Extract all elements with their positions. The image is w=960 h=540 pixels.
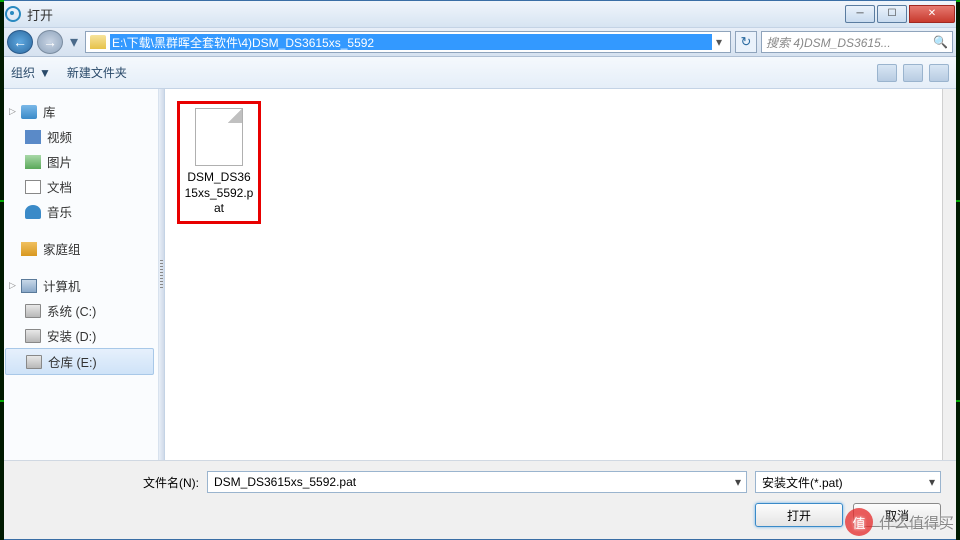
help-button[interactable]	[929, 64, 949, 82]
open-button[interactable]: 打开	[755, 503, 843, 527]
sidebar-videos[interactable]: 视频	[1, 124, 158, 149]
path-input[interactable]	[110, 34, 712, 50]
sidebar-documents[interactable]: 文档	[1, 174, 158, 199]
sidebar-drive-d[interactable]: 安装 (D:)	[1, 323, 158, 348]
app-icon	[5, 6, 21, 22]
path-box[interactable]: ▾	[85, 31, 731, 53]
library-icon	[21, 105, 37, 119]
path-dropdown-icon[interactable]: ▾	[712, 35, 726, 49]
nav-history-dropdown[interactable]: ▾	[67, 30, 81, 54]
drive-icon	[26, 355, 42, 369]
picture-icon	[25, 155, 41, 169]
homegroup-icon	[21, 242, 37, 256]
folder-icon	[90, 35, 106, 49]
sidebar-pictures[interactable]: 图片	[1, 149, 158, 174]
navigation-pane[interactable]: ▷库 视频 图片 文档 音乐 家庭组 ▷计算机 系统 (C:) 安装 (D:) …	[1, 89, 159, 460]
back-button[interactable]: ←	[7, 30, 33, 54]
search-icon[interactable]: 🔍	[933, 35, 948, 49]
watermark-icon: 值	[845, 508, 873, 536]
maximize-button[interactable]: ☐	[877, 5, 907, 23]
new-folder-button[interactable]: 新建文件夹	[67, 64, 127, 81]
preview-pane-button[interactable]	[903, 64, 923, 82]
open-file-dialog: 打开 ─ ☐ ✕ ← → ▾ ▾ ↻ 搜索 4)DSM_DS3615... 🔍 …	[0, 0, 960, 540]
refresh-button[interactable]: ↻	[735, 31, 757, 53]
sidebar-music[interactable]: 音乐	[1, 199, 158, 224]
sidebar-library[interactable]: ▷库	[1, 99, 158, 124]
video-icon	[25, 130, 41, 144]
filter-combo[interactable]: 安装文件(*.pat)	[755, 471, 941, 493]
search-box[interactable]: 搜索 4)DSM_DS3615... 🔍	[761, 31, 953, 53]
toolbar: 组织▼ 新建文件夹	[1, 57, 959, 89]
sidebar-homegroup[interactable]: 家庭组	[1, 236, 158, 261]
bottom-pane: 文件名(N): DSM_DS3615xs_5592.pat 安装文件(*.pat…	[1, 461, 959, 539]
watermark: 值 什么值得买	[845, 508, 954, 536]
computer-icon	[21, 279, 37, 293]
search-placeholder: 搜索 4)DSM_DS3615...	[766, 34, 891, 51]
titlebar[interactable]: 打开 ─ ☐ ✕	[1, 1, 959, 27]
address-bar: ← → ▾ ▾ ↻ 搜索 4)DSM_DS3615... 🔍	[1, 27, 959, 57]
file-item[interactable]: DSM_DS3615xs_5592.pat	[177, 101, 261, 224]
minimize-button[interactable]: ─	[845, 5, 875, 23]
music-icon	[25, 205, 41, 219]
sidebar-drive-e[interactable]: 仓库 (E:)	[5, 348, 154, 375]
file-icon	[195, 108, 243, 166]
main-area: ▷库 视频 图片 文档 音乐 家庭组 ▷计算机 系统 (C:) 安装 (D:) …	[1, 89, 959, 461]
view-options-button[interactable]	[877, 64, 897, 82]
sidebar-drive-c[interactable]: 系统 (C:)	[1, 298, 158, 323]
document-icon	[25, 180, 41, 194]
file-list[interactable]: DSM_DS3615xs_5592.pat	[165, 89, 959, 460]
file-label: DSM_DS3615xs_5592.pat	[184, 170, 254, 217]
drive-icon	[25, 329, 41, 343]
close-button[interactable]: ✕	[909, 5, 955, 23]
organize-menu[interactable]: 组织▼	[11, 64, 51, 81]
filename-combo[interactable]: DSM_DS3615xs_5592.pat	[207, 471, 747, 493]
forward-button[interactable]: →	[37, 30, 63, 54]
window-title: 打开	[27, 5, 53, 24]
drive-icon	[25, 304, 41, 318]
filename-label: 文件名(N):	[19, 474, 199, 491]
sidebar-computer[interactable]: ▷计算机	[1, 273, 158, 298]
